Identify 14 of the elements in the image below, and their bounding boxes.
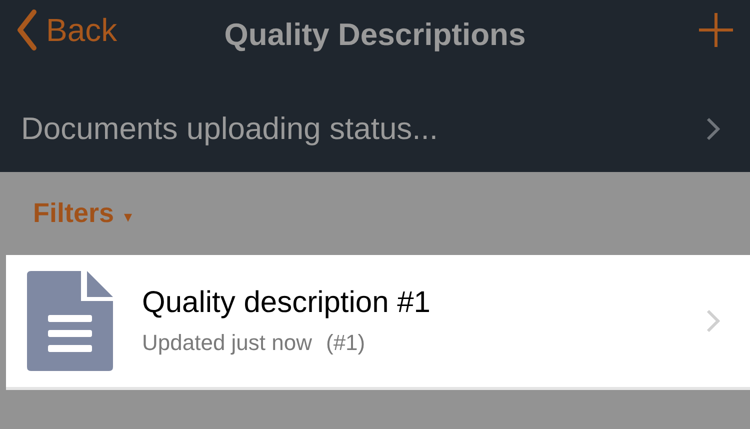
document-title: Quality description #1 <box>142 286 430 320</box>
screen-title: Quality Descriptions <box>224 17 526 53</box>
back-chevron-icon <box>16 9 38 51</box>
chevron-right-icon <box>706 309 720 333</box>
plus-icon <box>698 12 734 48</box>
document-row[interactable]: Quality description #1 Updated just now (#1) <box>6 255 750 390</box>
document-number: (#1) <box>326 330 366 356</box>
back-button[interactable]: Back <box>16 9 118 51</box>
dropdown-caret-icon: ▾ <box>124 207 132 227</box>
document-icon <box>27 271 113 371</box>
updated-time: Updated just now <box>142 330 312 356</box>
upload-status-row[interactable]: Documents uploading status... <box>0 85 750 172</box>
add-button[interactable] <box>698 12 734 48</box>
chevron-right-icon <box>706 116 720 140</box>
